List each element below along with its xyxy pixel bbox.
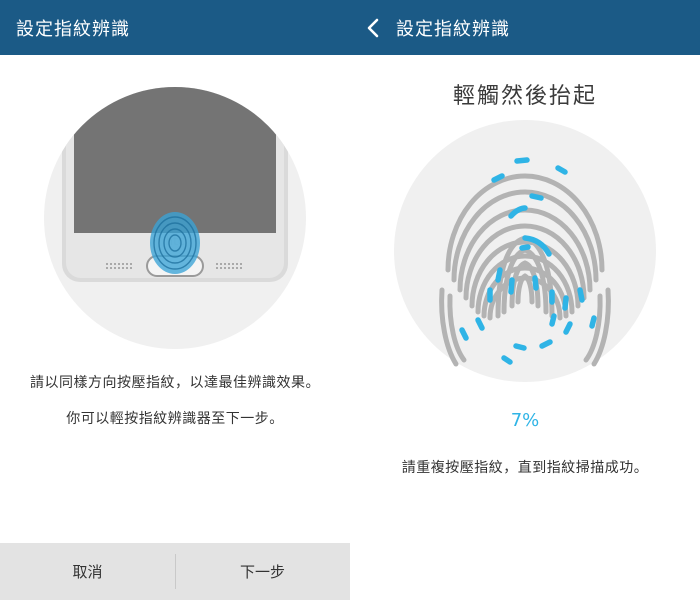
fingerprint-icon [439,157,611,367]
hint-text: 請重複按壓指紋，直到指紋掃描成功。 [401,460,649,476]
phone-illustration: htc [44,87,306,349]
instruction-text-2: 你可以輕按指紋辨識器至下一步。 [66,411,284,427]
app-bar: 設定指紋辨識 [350,0,700,55]
next-button[interactable]: 下一步 [175,543,350,600]
instruction-heading: 輕觸然後抬起 [452,84,597,109]
instruction-text: 請以同樣方向按壓指紋，以達最佳辨識效果。 [30,375,320,391]
page-title: 設定指紋辨識 [396,18,510,40]
app-bar: 設定指紋辨識 [0,0,350,55]
phone-screen [74,87,276,233]
chevron-left-icon[interactable] [350,0,396,55]
page-title: 設定指紋辨識 [16,18,130,40]
cancel-button[interactable]: 取消 [0,543,175,600]
fingertip-icon [150,212,200,274]
fingerprint-area [394,120,656,382]
left-screen: 設定指紋辨識 htc [0,0,350,600]
right-screen: 設定指紋辨識 輕觸然後抬起 7% 請重複按壓指紋，直到指紋掃描成功。 [350,0,700,600]
progress-text: 7% [510,410,540,431]
button-divider [175,554,176,589]
